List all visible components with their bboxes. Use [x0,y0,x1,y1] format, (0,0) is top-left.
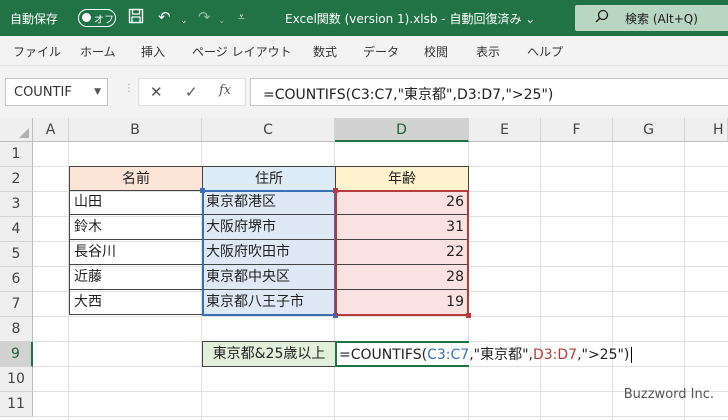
name-box-value: COUNTIF [14,85,72,100]
cell-age[interactable]: 19 [335,290,469,315]
cell-name[interactable]: 鈴木 [69,215,203,240]
tab-data[interactable]: データ [363,43,399,60]
formula-bar-area: COUNTIF ▼ ⋮ ✕ ✓ fx =COUNTIFS(C3:C7,"東京都"… [0,66,728,118]
gridline [33,316,728,317]
cell-name[interactable]: 大西 [69,290,203,315]
gridline [612,142,613,420]
formula-text: =COUNTIFS(C3:C7,"東京都",D3:D7,">25") [263,87,554,103]
chevron-down-icon[interactable]: ▼ [94,87,101,97]
formula-part: ,">25") [577,347,630,363]
search-box[interactable]: 検索 (Alt+Q) [575,5,728,31]
cell-address[interactable]: 東京都八王子市 [202,290,336,315]
autosave-label: 自動保存 [10,12,59,26]
cell-name[interactable]: 長谷川 [69,240,203,265]
formula-ref-d3-d7: D3:D7 [532,347,578,363]
title-bar: 自動保存 オフ ↶ ⌄ ↷ ⌄ ⩡ Excel関数 (version 1).xl… [0,0,728,36]
formula-part: ,"東京都", [469,347,533,363]
row-header[interactable]: 6 [0,267,33,292]
header-cell-name[interactable]: 名前 [69,166,203,191]
watermark: Buzzword Inc. [623,387,714,402]
column-header[interactable]: C [202,118,335,142]
document-title[interactable]: Excel関数 (version 1).xlsb - 自動回復済み ⌄ [285,10,535,27]
column-header[interactable]: G [613,118,685,142]
cell-formula-editor[interactable]: =COUNTIFS(C3:C7,"東京都",D3:D7,">25") [339,344,633,364]
cell-address[interactable]: 大阪府吹田市 [202,240,336,265]
cell-name[interactable]: 近藤 [69,265,203,290]
column-header[interactable]: E [469,118,541,142]
tab-view[interactable]: 表示 [476,43,500,60]
redo-icon[interactable]: ↷ [198,8,211,26]
column-header-selected[interactable]: D [335,118,469,142]
row-header[interactable]: 11 [0,392,33,417]
redo-dropdown-icon[interactable]: ⌄ [218,12,226,30]
tab-insert[interactable]: 挿入 [141,43,165,60]
search-placeholder: 検索 (Alt+Q) [625,12,698,26]
tab-formulas[interactable]: 数式 [313,43,337,60]
formula-actions: ✕ ✓ fx [138,78,246,106]
row-header[interactable]: 1 [0,142,33,167]
toggle-knob [82,13,91,22]
select-all-button[interactable] [0,118,33,142]
cancel-icon[interactable]: ✕ [150,83,163,101]
criteria-label-cell[interactable]: 東京都&25歳以上 [202,341,336,367]
cell-name[interactable]: 山田 [69,190,203,215]
formula-part: =COUNTIFS( [339,347,428,363]
cell-age[interactable]: 28 [335,265,469,290]
customize-quick-access-icon[interactable]: ⩡ [238,8,245,26]
cell-age[interactable]: 26 [335,190,469,215]
name-box[interactable]: COUNTIF ▼ [5,78,108,106]
gridline [33,416,728,417]
column-header[interactable]: B [69,118,202,142]
undo-icon[interactable]: ↶ [158,8,171,26]
cell-address[interactable]: 東京都中央区 [202,265,336,290]
row-header[interactable]: 8 [0,317,33,342]
ribbon-tabs: ファイル ホーム 挿入 ページ レイアウト 数式 データ 校閲 表示 ヘルプ [0,36,728,66]
formula-input[interactable]: =COUNTIFS(C3:C7,"東京都",D3:D7,">25") [250,78,728,106]
gridline [684,142,685,420]
row-header[interactable]: 2 [0,167,33,192]
column-header[interactable]: A [33,118,69,142]
row-header[interactable]: 3 [0,192,33,217]
tab-review[interactable]: 校閲 [424,43,448,60]
formula-ref-c3-c7: C3:C7 [427,347,470,363]
row-header[interactable]: 7 [0,292,33,317]
tab-help[interactable]: ヘルプ [527,43,563,60]
cell-age[interactable]: 22 [335,240,469,265]
tab-file[interactable]: ファイル [13,43,61,60]
drag-handle-icon[interactable]: ⋮ [124,83,134,94]
header-cell-age[interactable]: 年齢 [335,166,469,191]
tab-page-layout[interactable]: ページ レイアウト [192,43,292,60]
autosave-toggle[interactable]: オフ [78,9,116,27]
tab-home[interactable]: ホーム [80,43,116,60]
cell-address[interactable]: 大阪府堺市 [202,215,336,240]
gridline [540,142,541,420]
column-header[interactable]: H [685,118,728,142]
undo-dropdown-icon[interactable]: ⌄ [180,12,188,30]
row-header[interactable]: 10 [0,367,33,392]
cell-address[interactable]: 東京都港区 [202,190,336,215]
enter-icon[interactable]: ✓ [185,83,198,101]
search-icon [595,9,609,27]
text-cursor [631,347,633,363]
header-cell-address[interactable]: 住所 [202,166,336,191]
row-header[interactable]: 5 [0,242,33,267]
row-header[interactable]: 4 [0,217,33,242]
save-icon[interactable] [128,8,144,28]
toggle-label: オフ [94,15,114,26]
column-header[interactable]: F [541,118,613,142]
insert-function-icon[interactable]: fx [219,83,231,98]
cell-age[interactable]: 31 [335,215,469,240]
row-header-selected[interactable]: 9 [0,342,33,367]
